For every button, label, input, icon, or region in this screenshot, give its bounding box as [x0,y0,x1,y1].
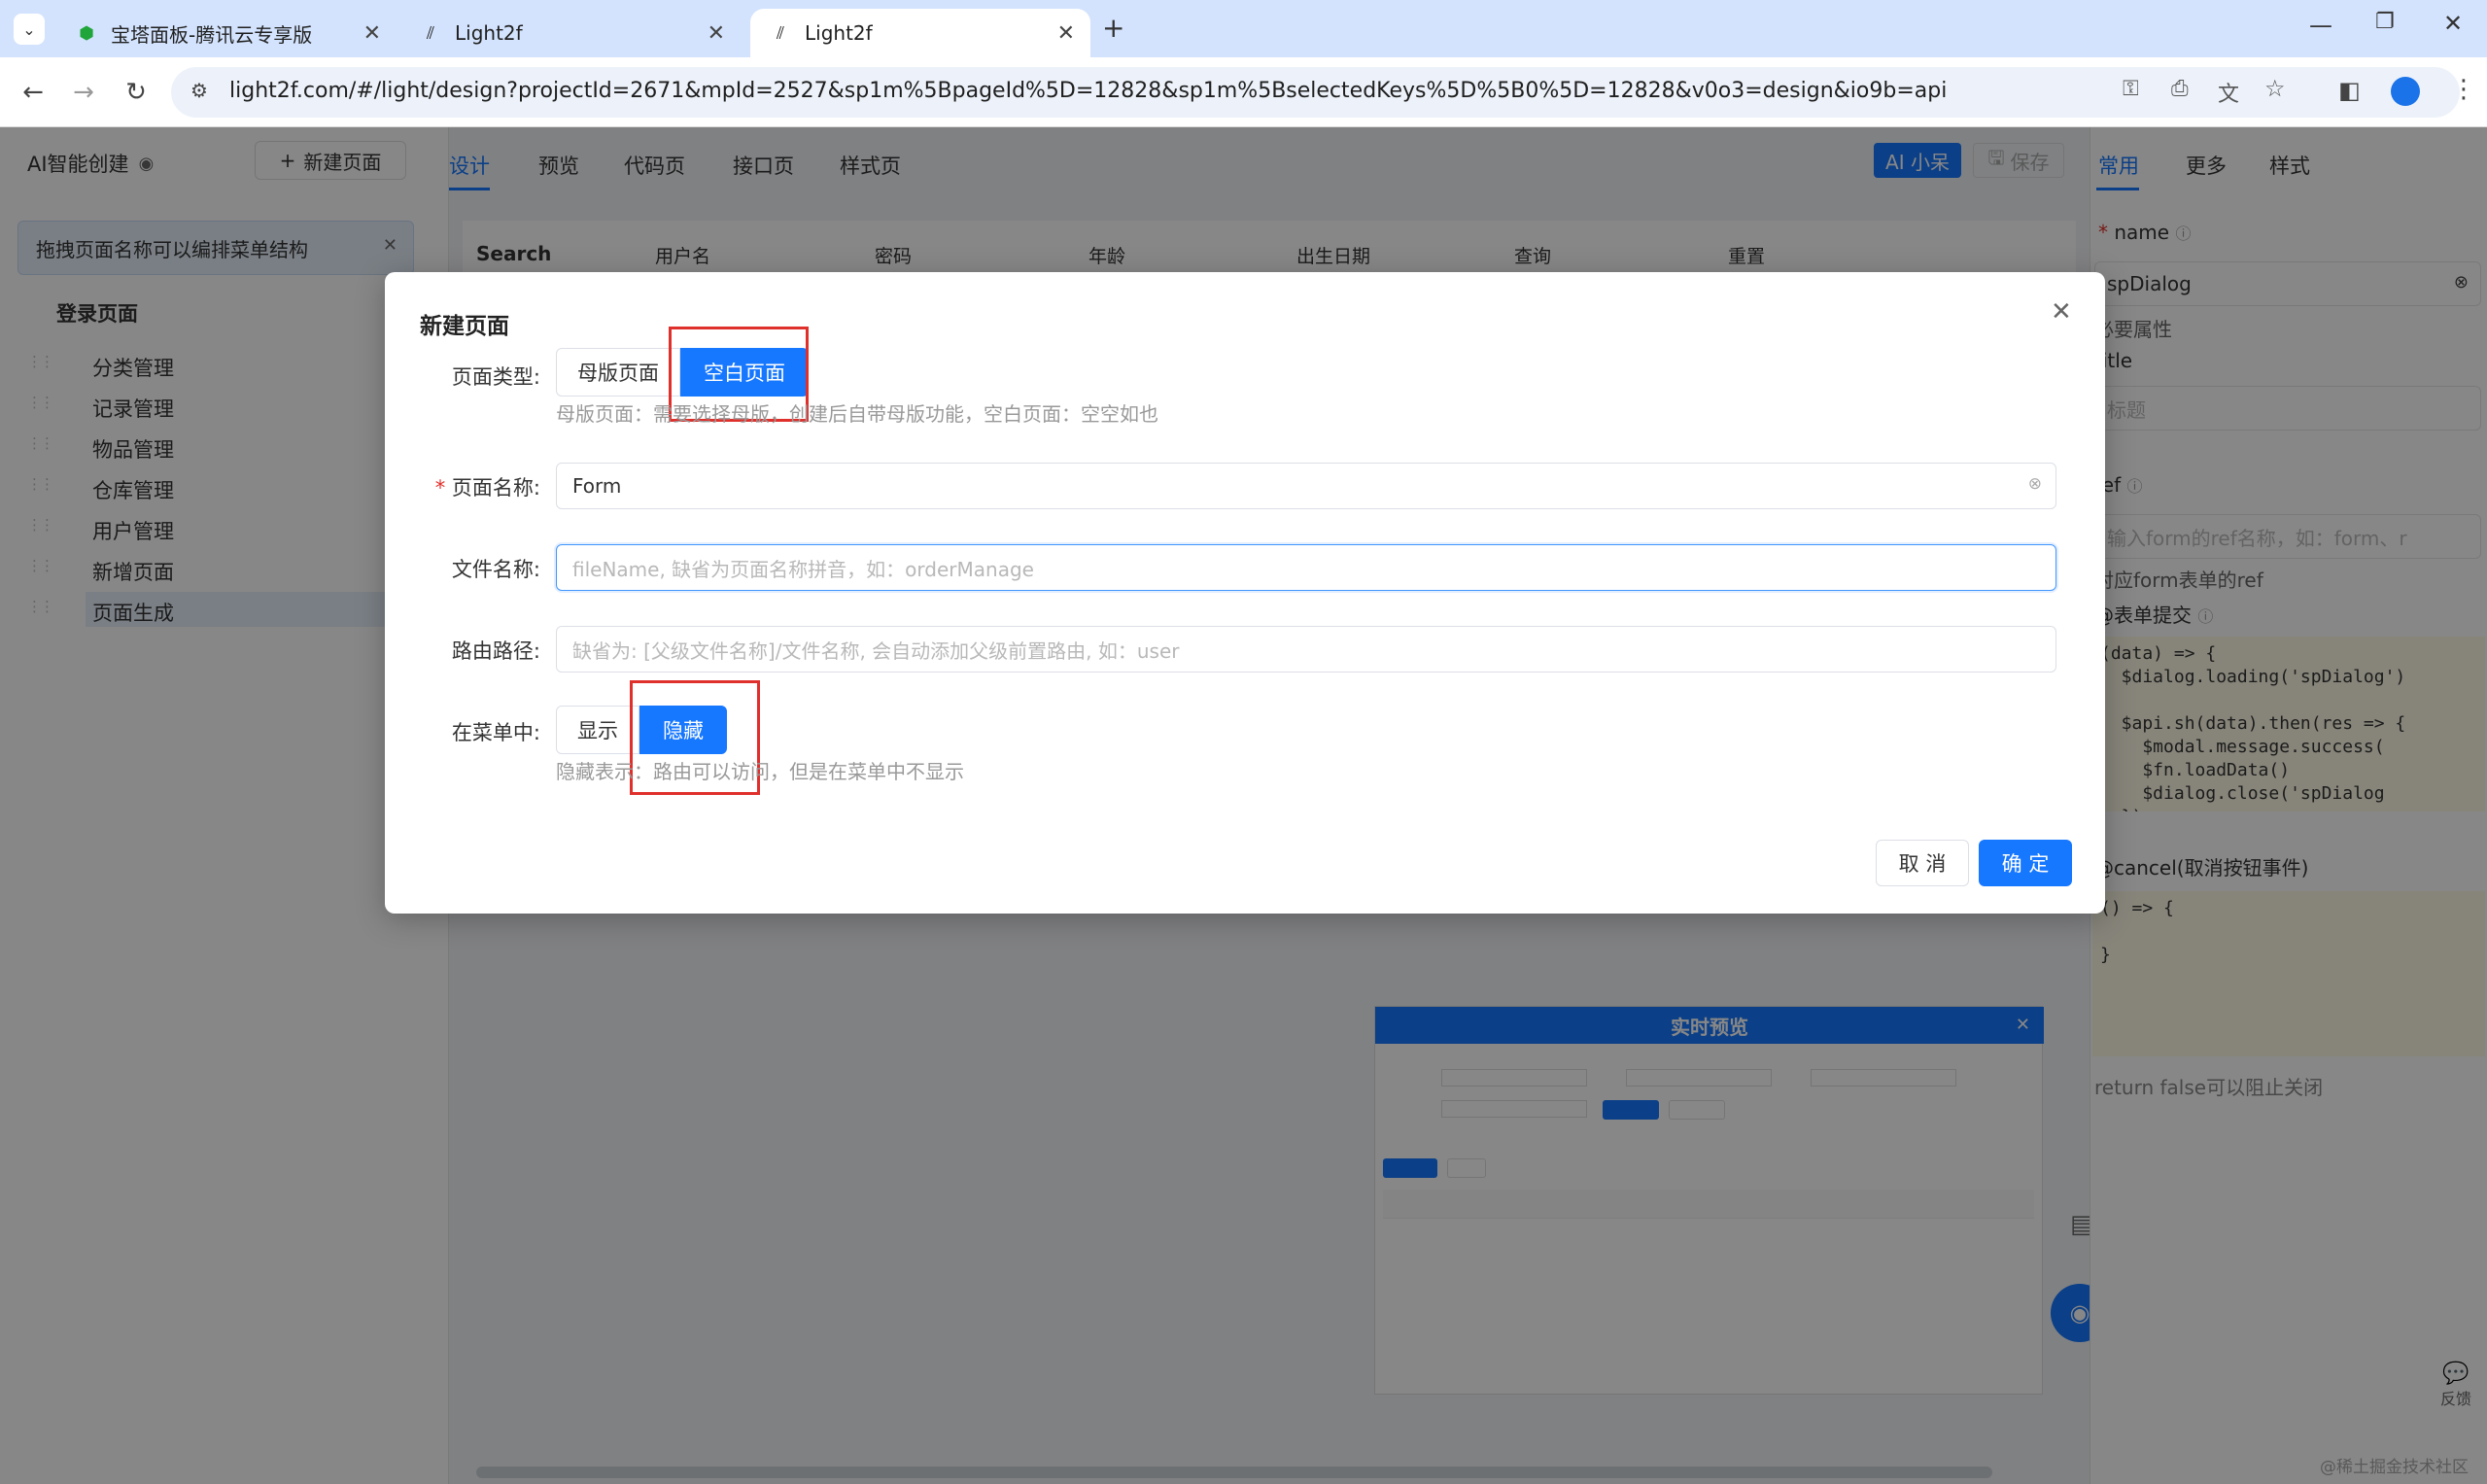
restore-button[interactable]: ❐ [2375,10,2395,34]
page-type-option-master[interactable]: 母版页面 [556,348,680,397]
address-bar[interactable]: ⚙ light2f.com/#/light/design?projectId=2… [171,67,2460,118]
menu-kebab-icon[interactable]: ⋮ [2451,75,2476,104]
browser-tab-0[interactable]: ⬢ 宝塔面板-腾讯云专享版 ✕ [56,9,397,57]
back-button[interactable]: ← [14,73,52,112]
file-name-placeholder: fileName, 缺省为页面名称拼音，如：orderManage [572,557,1034,581]
tab-search-button[interactable]: ⌄ [14,14,45,45]
cancel-button[interactable]: 取 消 [1876,840,1969,886]
page-type-label: 页面类型: [451,365,540,389]
confirm-button[interactable]: 确 定 [1979,840,2072,886]
new-page-dialog: 新建页面 ✕ 页面类型: 母版页面 空白页面 母版页面：需要选择母版，创建后自带… [385,272,2105,914]
minimize-button[interactable]: — [2309,12,2332,39]
page-name-label-text: 页面名称: [451,476,540,500]
reload-button[interactable]: ↻ [117,73,155,112]
route-label: 路由路径: [451,639,540,663]
file-name-label: 文件名称: [451,558,540,581]
page-name-input[interactable]: Form ⊗ [556,463,2056,509]
site-logo-icon: ⫽ [426,22,435,44]
side-panel-icon[interactable]: ◧ [2338,77,2361,104]
browser-toolbar: ← → ↻ ⚙ light2f.com/#/light/design?proje… [0,57,2487,127]
dialog-title: 新建页面 [420,314,509,339]
close-icon[interactable]: ✕ [708,21,725,46]
page-name-label: * 页面名称: [385,472,540,501]
install-app-icon[interactable]: ⎙ [2171,77,2189,101]
forward-button[interactable]: → [64,73,103,112]
bookmark-star-icon[interactable]: ☆ [2264,75,2286,102]
translate-icon[interactable]: 文 [2218,77,2239,108]
tab-title: 宝塔面板-腾讯云专享版 [111,22,313,47]
clear-icon[interactable]: ⊗ [2028,474,2042,494]
window-close-button[interactable]: ✕ [2443,10,2463,37]
shield-icon: ⬢ [79,22,94,44]
site-info-icon[interactable]: ⚙ [190,79,208,102]
tab-title: Light2f [455,21,523,45]
profile-avatar-icon[interactable] [2391,77,2420,106]
browser-tab-1[interactable]: ⫽ Light2f ✕ [400,9,741,57]
password-key-icon[interactable]: ⚿ [2123,77,2139,101]
menu-label: 在菜单中: [451,721,540,744]
menu-help: 隐藏表示：路由可以访问，但是在菜单中不显示 [556,760,964,783]
close-icon[interactable]: ✕ [363,21,381,46]
close-icon[interactable]: ✕ [1057,21,1075,46]
site-logo-icon: ⫽ [776,22,785,44]
url-text: light2f.com/#/light/design?projectId=267… [229,79,1948,103]
chevron-down-icon: ⌄ [22,19,36,39]
new-tab-button[interactable]: + [1102,12,1124,44]
route-placeholder: 缺省为: [父级文件名称]/文件名称, 会自动添加父级前置路由, 如：user [572,638,1180,663]
dialog-close-button[interactable]: ✕ [2051,297,2072,327]
page-name-value: Form [572,474,622,498]
browser-tab-bar: ⌄ ⬢ 宝塔面板-腾讯云专享版 ✕ ⫽ Light2f ✕ ⫽ Light2f … [0,0,2487,57]
menu-option-show[interactable]: 显示 [556,706,639,754]
file-name-input[interactable]: fileName, 缺省为页面名称拼音，如：orderManage [556,544,2056,591]
required-asterisk: * [434,476,452,500]
tab-title: Light2f [805,21,873,45]
browser-tab-2[interactable]: ⫽ Light2f ✕ [750,9,1090,57]
close-icon: ✕ [2051,297,2072,327]
route-input[interactable]: 缺省为: [父级文件名称]/文件名称, 会自动添加父级前置路由, 如：user [556,626,2056,673]
page-type-help: 母版页面：需要选择母版，创建后自带母版功能，空白页面：空空如也 [556,402,1158,426]
